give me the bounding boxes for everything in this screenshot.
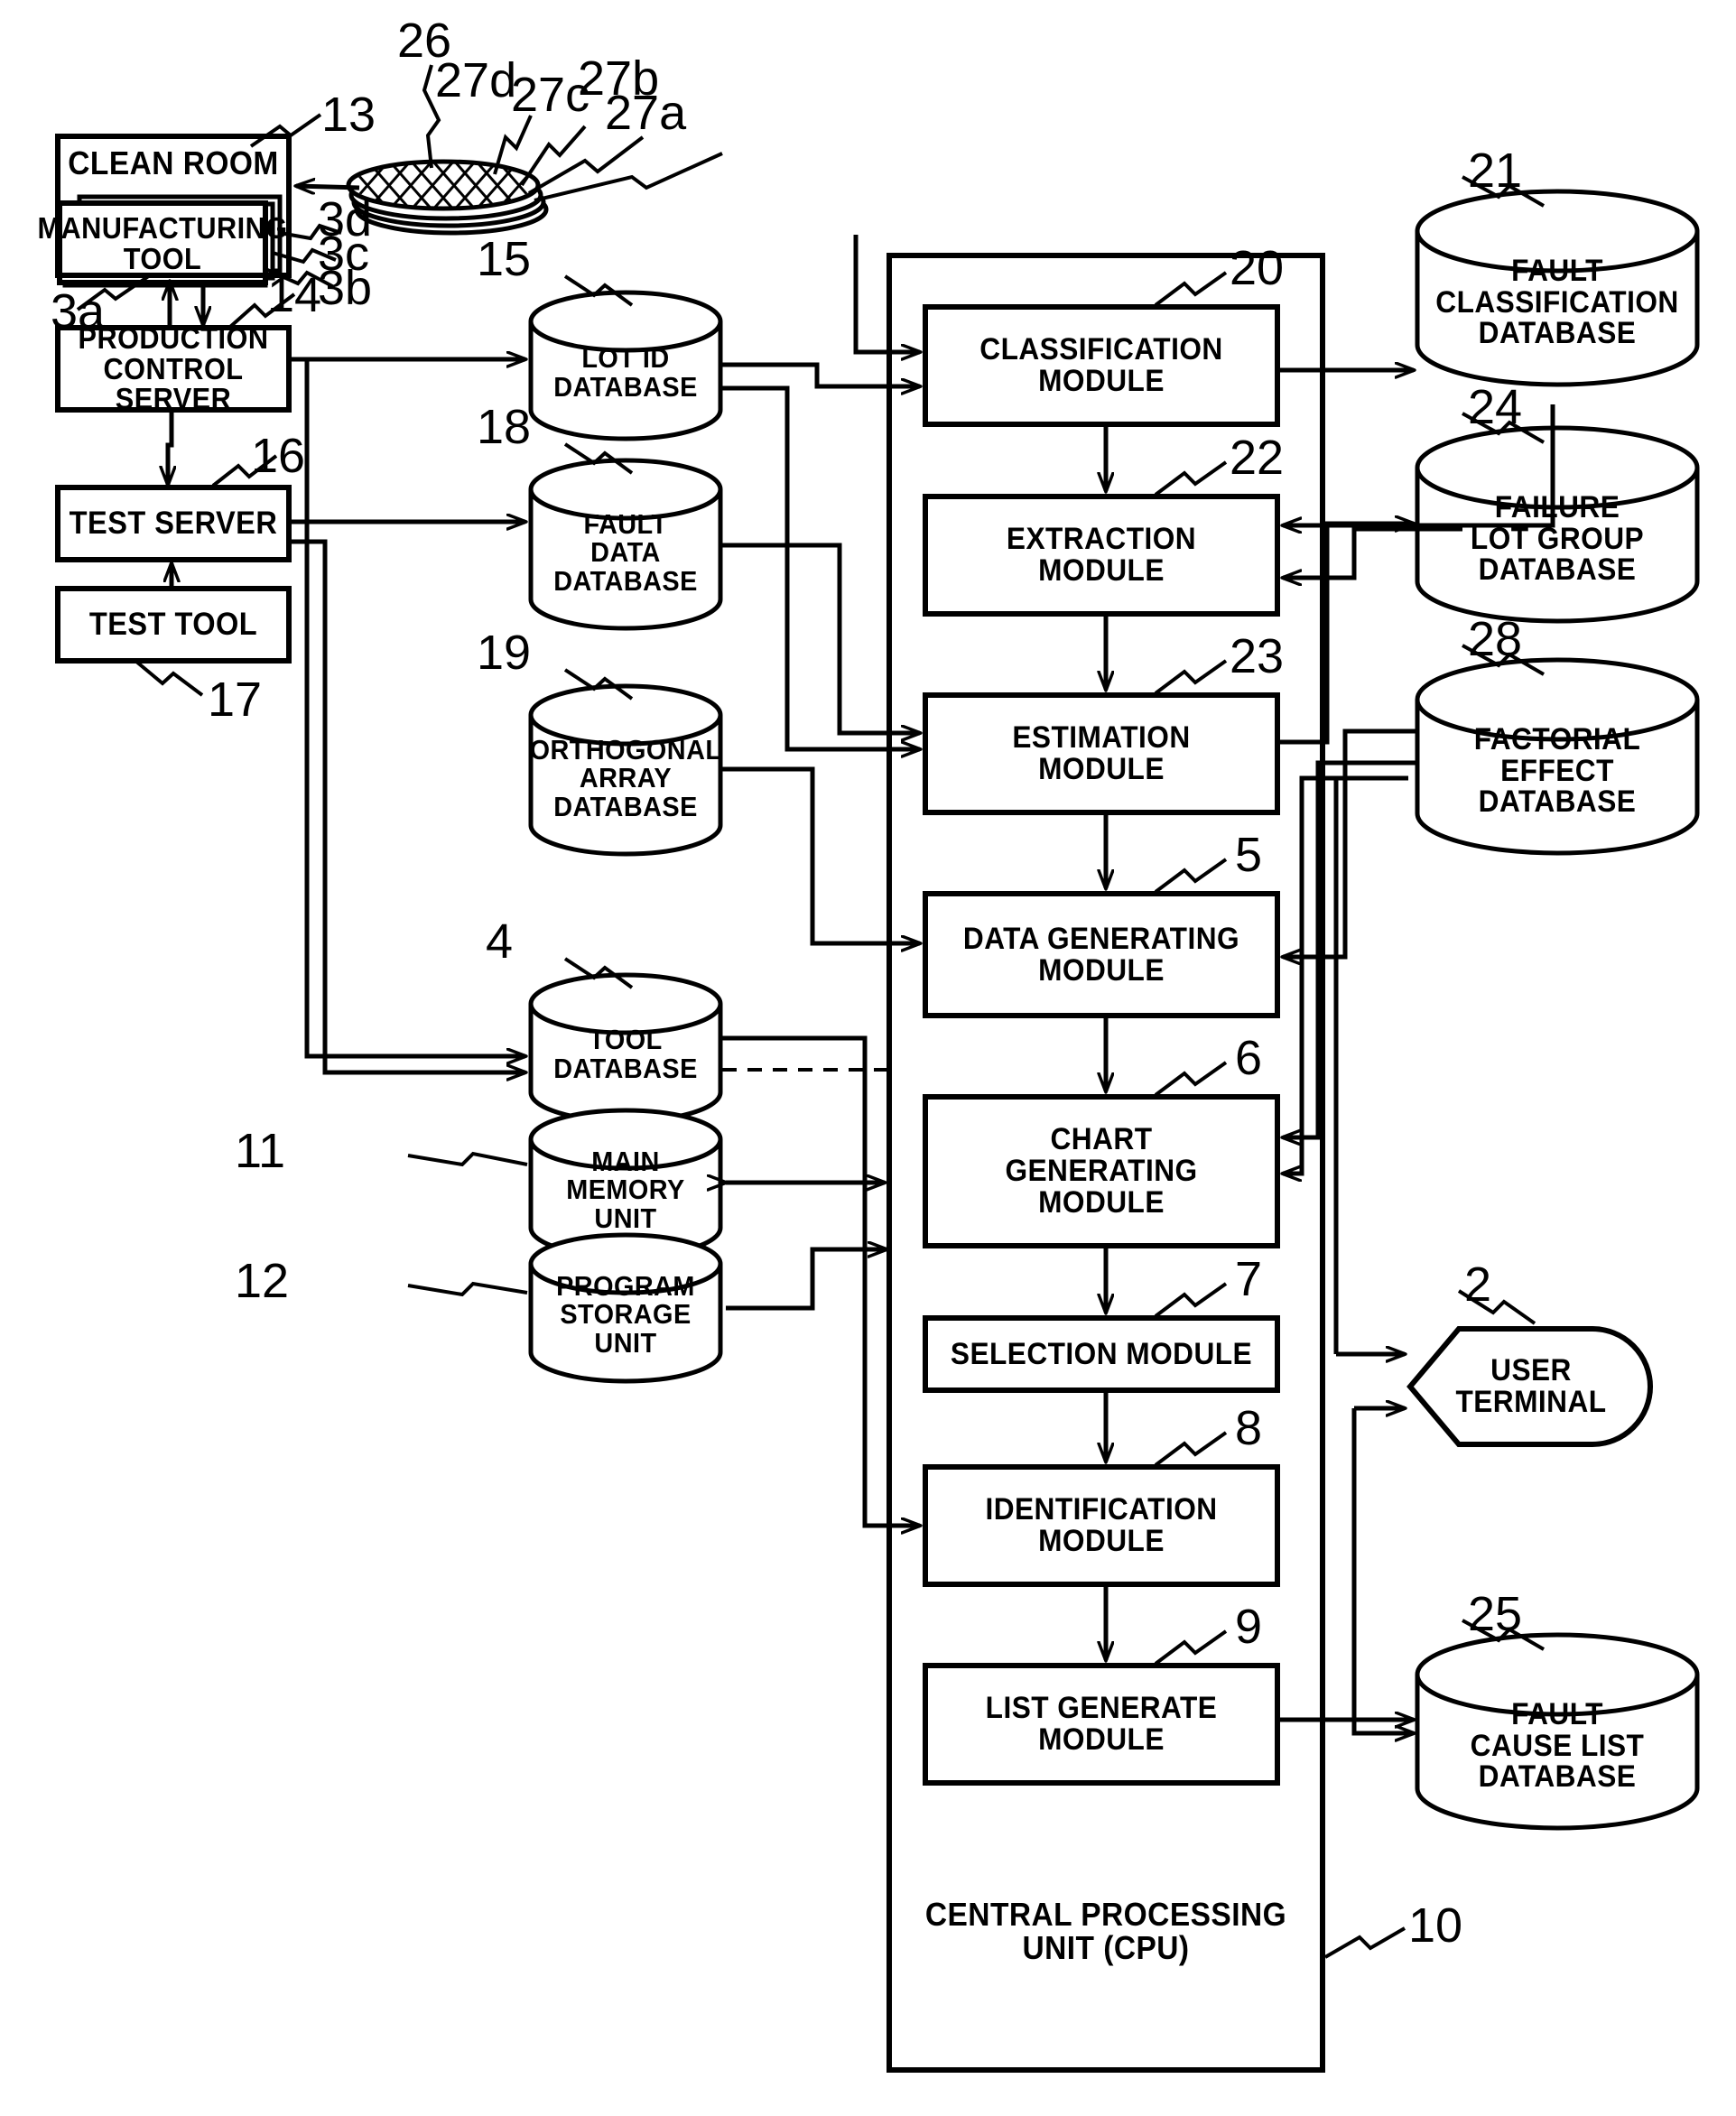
fault-classification-database-label: FAULT CLASSIFICATION DATABASE xyxy=(1435,253,1679,351)
lot-id-database-label: LOT ID DATABASE xyxy=(553,342,698,403)
ref-5: 5 xyxy=(1235,828,1263,882)
ref-7: 7 xyxy=(1235,1252,1263,1306)
clean-room-label: CLEAN ROOM xyxy=(68,144,279,181)
ref-18: 18 xyxy=(477,400,532,454)
ref-13: 13 xyxy=(321,88,376,142)
failure-lot-group-database-label: FAILURE LOT GROUP DATABASE xyxy=(1470,489,1645,588)
ref-3d: 3d xyxy=(318,192,373,246)
test-server-label: TEST SERVER xyxy=(69,506,278,542)
extraction-module-label: EXTRACTION MODULE xyxy=(1006,522,1197,588)
ref-19: 19 xyxy=(477,626,532,680)
production-control-server-label: PRODUCTION CONTROL SERVER xyxy=(78,321,269,416)
ref-15: 15 xyxy=(477,232,532,286)
ref-4: 4 xyxy=(486,914,514,969)
orthogonal-array-database-label: ORTHOGONAL ARRAY DATABASE xyxy=(529,733,722,822)
ref-27b: 27b xyxy=(578,51,660,106)
ref-25: 25 xyxy=(1468,1587,1523,1641)
ref-28: 28 xyxy=(1468,612,1523,666)
ref-8: 8 xyxy=(1235,1401,1263,1455)
manufacturing-tool-label: MANUFACTURING TOOL xyxy=(37,211,288,275)
fault-data-database-label: FAULT DATA DATABASE xyxy=(553,507,698,597)
estimation-module-label: ESTIMATION MODULE xyxy=(1012,720,1191,786)
ref-20: 20 xyxy=(1230,241,1285,295)
tool-database-label: TOOL DATABASE xyxy=(553,1024,698,1084)
ref-10: 10 xyxy=(1408,1898,1463,1953)
main-memory-unit-label: MAIN MEMORY UNIT xyxy=(566,1145,685,1234)
data-generating-module-label: DATA GENERATING MODULE xyxy=(962,921,1240,988)
cpu-label: CENTRAL PROCESSING UNIT (CPU) xyxy=(924,1896,1287,1966)
ref-16: 16 xyxy=(251,429,306,483)
chart-generating-module-label: CHART GENERATING MODULE xyxy=(1005,1122,1198,1220)
ref-27c: 27c xyxy=(511,68,590,122)
identification-module-label: IDENTIFICATION MODULE xyxy=(985,1492,1218,1558)
list-generate-module-label: LIST GENERATE MODULE xyxy=(985,1691,1218,1757)
ref-17: 17 xyxy=(208,673,263,727)
fault-cause-list-database-label: FAULT CAUSE LIST DATABASE xyxy=(1470,1696,1645,1795)
user-terminal-label: USER TERMINAL xyxy=(1455,1353,1607,1419)
ref-27d: 27d xyxy=(435,53,517,107)
selection-module-label: SELECTION MODULE xyxy=(950,1336,1253,1371)
ref-14: 14 xyxy=(267,268,322,322)
patent-figure-canvas: CLEAN ROOM MANUFACTURING TOOL PRODUCTION… xyxy=(0,0,1736,2116)
ref-9: 9 xyxy=(1235,1600,1263,1654)
ref-22: 22 xyxy=(1230,431,1285,485)
factorial-effect-database-label: FACTORIAL EFFECT DATABASE xyxy=(1473,721,1641,820)
classification-module-label: CLASSIFICATION MODULE xyxy=(979,332,1223,398)
ref-3a: 3a xyxy=(51,284,106,339)
ref-2: 2 xyxy=(1464,1258,1492,1312)
ref-23: 23 xyxy=(1230,629,1285,683)
ref-11: 11 xyxy=(235,1124,286,1178)
ref-6: 6 xyxy=(1235,1031,1263,1085)
ref-21: 21 xyxy=(1468,144,1523,198)
test-tool-label: TEST TOOL xyxy=(88,607,258,643)
program-storage-unit-label: PROGRAM STORAGE UNIT xyxy=(556,1269,695,1359)
ref-12: 12 xyxy=(235,1254,290,1308)
ref-24: 24 xyxy=(1468,380,1523,434)
